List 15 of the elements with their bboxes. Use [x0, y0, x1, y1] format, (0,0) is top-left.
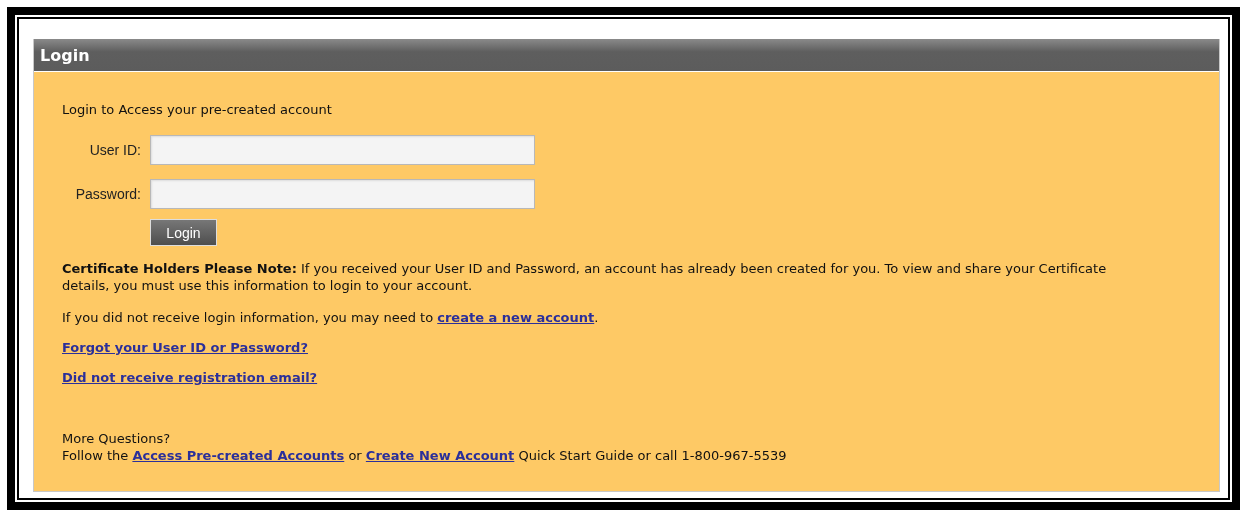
password-field[interactable]: [150, 179, 535, 209]
field-label: Password:: [74, 186, 141, 202]
guide-link[interactable]: Create New Account: [365, 448, 515, 463]
help-link[interactable]: Did not receive registration email?: [62, 370, 318, 385]
field-label: User ID:: [88, 142, 141, 158]
follow-sentence: Follow the Access Pre-created Accounts or Create New Account Quick Start Guide or call 1-800-967-5539: [62, 447, 788, 464]
note-text: Certificate Holders Please Note: If you received your User ID and Password, an account has already been created for you. To view and share your Certificate details, you must use this information to login to your account.: [62, 260, 1108, 294]
panel-title: Login: [40, 45, 90, 65]
login-button[interactable]: Login: [150, 219, 217, 246]
user-id-field[interactable]: [150, 135, 535, 165]
guide-link[interactable]: Access Pre-created Accounts: [132, 448, 345, 463]
account-sentence: If you did not receive login information, you may need to create a new account.: [62, 310, 600, 326]
more-questions-text: More Questions?: [62, 430, 172, 447]
help-link[interactable]: Forgot your User ID or Password?: [62, 340, 308, 355]
intro-text: Login to Access your pre-created account: [62, 102, 333, 117]
